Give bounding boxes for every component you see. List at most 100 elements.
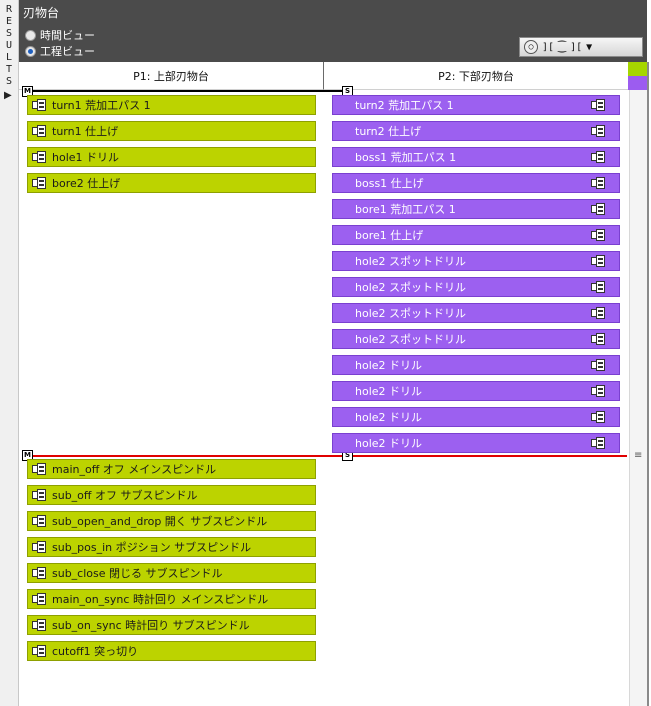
operation-icon [32,645,46,657]
align-right-icon-button[interactable]: ][ [570,39,582,55]
operation-label: turn2 仕上げ [355,125,422,138]
tool-post-panel: 刃物台 時間ビュー 工程ビュー ◯ ][ ⁐ ][ ▼ P1: 上部刃物台 P2… [19,0,651,706]
operation-label: turn1 荒加工パス 1 [52,99,151,112]
process-view-label: 工程ビュー [40,45,95,58]
operation-icon [32,541,46,553]
operation-label: hole1 ドリル [52,151,120,164]
operation-icon [591,333,605,345]
operation-item[interactable]: sub_open_and_drop 開く サブスピンドル [27,511,316,531]
operation-item[interactable]: sub_on_sync 時計回り サブスピンドル [27,615,316,635]
operation-item[interactable]: sub_pos_in ポジション サブスピンドル [27,537,316,557]
time-view-radio[interactable]: 時間ビュー [25,27,95,43]
operation-label: hole2 ドリル [355,437,423,450]
operation-item[interactable]: boss1 仕上げ [332,173,620,193]
align-left-icon-button[interactable]: ][ [542,39,554,55]
operation-item[interactable]: hole2 スポットドリル [332,251,620,271]
operation-item[interactable]: main_off オフ メインスピンドル [27,459,316,479]
operation-icon [591,411,605,423]
column-header-p1: P1: 上部刃物台 [19,62,324,90]
expand-arrow-icon[interactable]: ▶ [4,90,12,101]
operation-item[interactable]: turn1 仕上げ [27,121,316,141]
operation-item[interactable]: main_on_sync 時計回り メインスピンドル [27,589,316,609]
results-tab-label: R E S U L T S [5,4,13,87]
operation-item[interactable]: hole2 スポットドリル [332,329,620,349]
operation-icon [32,125,46,137]
operation-icon [591,229,605,241]
operation-item[interactable]: hole2 ドリル [332,407,620,427]
operation-icon [32,489,46,501]
operation-icon [591,359,605,371]
operation-icon [32,99,46,111]
legend-green-chip [628,62,647,76]
operation-label: turn2 荒加工パス 1 [355,99,454,112]
operation-item[interactable]: turn2 仕上げ [332,121,620,141]
operation-label: sub_open_and_drop 開く サブスピンドル [52,515,268,528]
operation-label: hole2 スポットドリル [355,281,467,294]
sync-line-top-p1 [29,90,347,92]
operation-label: main_on_sync 時計回り メインスピンドル [52,593,269,606]
operation-item[interactable]: hole2 スポットドリル [332,277,620,297]
operation-icon [32,593,46,605]
operation-item[interactable]: hole2 スポットドリル [332,303,620,323]
operation-item[interactable]: turn1 荒加工パス 1 [27,95,316,115]
operation-icon [32,151,46,163]
operation-icon [591,203,605,215]
operation-item[interactable]: sub_close 閉じる サブスピンドル [27,563,316,583]
operation-icon [591,307,605,319]
radio-button-selected-icon[interactable] [25,45,36,57]
operation-icon [32,515,46,527]
operation-icon [32,177,46,189]
operation-icon [32,567,46,579]
operation-item[interactable]: cutoff1 突っ切り [27,641,316,661]
panel-title: 刃物台 [23,6,60,20]
results-side-tab[interactable]: R E S U L T S ▶ [0,0,19,706]
operation-icon [591,99,605,111]
radio-button-icon[interactable] [25,29,36,41]
operation-label: main_off オフ メインスピンドル [52,463,217,476]
panel-header: 刃物台 時間ビュー 工程ビュー ◯ ][ ⁐ ][ ▼ [19,0,647,62]
operation-item[interactable]: hole2 ドリル [332,381,620,401]
operation-label: hole2 スポットドリル [355,255,467,268]
operation-label: turn1 仕上げ [52,125,119,138]
operation-label: hole2 ドリル [355,359,423,372]
operation-item[interactable]: turn2 荒加工パス 1 [332,95,620,115]
view-toolbar: ◯ ][ ⁐ ][ ▼ [519,37,643,57]
operation-label: bore1 仕上げ [355,229,424,242]
sync-line-bottom [29,455,627,457]
operation-label: bore1 荒加工パス 1 [355,203,456,216]
panel-edge [647,62,649,706]
operation-item[interactable]: hole2 ドリル [332,355,620,375]
operation-icon [591,125,605,137]
operation-item[interactable]: bore2 仕上げ [27,173,316,193]
operation-item[interactable]: boss1 荒加工パス 1 [332,147,620,167]
time-view-label: 時間ビュー [40,29,95,42]
operation-icon [591,151,605,163]
align-top-icon-button[interactable]: ⁐ [558,39,566,55]
operation-label: bore2 仕上げ [52,177,121,190]
operation-label: boss1 荒加工パス 1 [355,151,457,164]
operation-label: sub_pos_in ポジション サブスピンドル [52,541,252,554]
column-header-p2: P2: 下部刃物台 [324,62,628,90]
operation-label: sub_on_sync 時計回り サブスピンドル [52,619,250,632]
operation-label: cutoff1 突っ切り [52,645,139,658]
process-view-radio[interactable]: 工程ビュー [25,43,95,59]
operation-icon [591,281,605,293]
operation-icon [591,255,605,267]
operation-item[interactable]: hole2 ドリル [332,433,620,453]
operation-label: hole2 スポットドリル [355,333,467,346]
scroll-grip-icon[interactable]: ≡ [634,450,642,461]
operation-icon [591,177,605,189]
dropdown-arrow-icon[interactable]: ▼ [586,39,592,55]
operation-item[interactable]: hole1 ドリル [27,147,316,167]
operation-label: hole2 スポットドリル [355,307,467,320]
operation-label: boss1 仕上げ [355,177,424,190]
operation-label: sub_close 閉じる サブスピンドル [52,567,223,580]
operation-icon [32,463,46,475]
operation-item[interactable]: bore1 荒加工パス 1 [332,199,620,219]
legend-purple-chip [628,76,647,90]
operation-item[interactable]: sub_off オフ サブスピンドル [27,485,316,505]
operation-label: sub_off オフ サブスピンドル [52,489,198,502]
sync-icon-button[interactable]: ◯ [524,40,538,54]
operation-item[interactable]: bore1 仕上げ [332,225,620,245]
vertical-scrollbar[interactable]: ≡ [629,90,648,706]
